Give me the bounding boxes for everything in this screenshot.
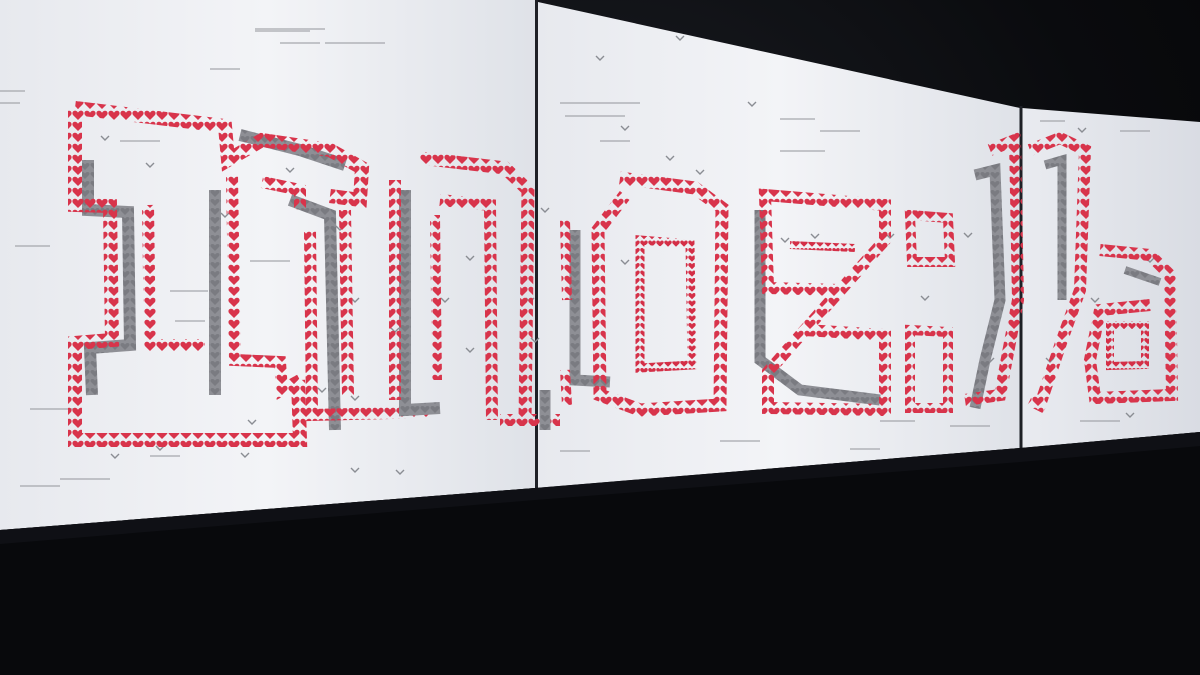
screen-text-line: [20, 485, 60, 487]
screen-text-line: [175, 320, 205, 322]
screen-text-line: [780, 150, 825, 152]
screen-text-line: [560, 102, 640, 104]
screen-text-line: [880, 420, 915, 422]
screen-text-line: [15, 245, 50, 247]
screen-text-line: [0, 102, 20, 104]
screen-text-line: [1040, 120, 1065, 122]
screen-text-line: [1080, 420, 1120, 422]
screen-text-line: [325, 42, 385, 44]
screen-text-line: [255, 30, 310, 32]
screen-text-line: [210, 68, 240, 70]
screen-text-line: [850, 448, 880, 450]
screen-text-line: [0, 90, 25, 92]
screen-text-line: [1120, 130, 1150, 132]
screen-text-line: [170, 290, 208, 292]
screen-text-line: [250, 260, 290, 262]
screen-text-line: [120, 140, 160, 142]
screen-text-line: [255, 28, 325, 30]
screen-text-line: [820, 130, 860, 132]
screen-left: [0, 0, 535, 530]
screen-text-line: [600, 140, 630, 142]
screen-text-line: [560, 450, 590, 452]
screen-text-line: [565, 115, 625, 117]
screen-text-line: [60, 478, 110, 480]
screen-text-line: [150, 455, 180, 457]
video-wall: [0, 0, 1200, 675]
photo-scene: [0, 0, 1200, 675]
screen-text-line: [950, 425, 990, 427]
screen-text-line: [780, 118, 815, 120]
screen-text-line: [280, 42, 320, 44]
screen-text-line: [720, 440, 760, 442]
